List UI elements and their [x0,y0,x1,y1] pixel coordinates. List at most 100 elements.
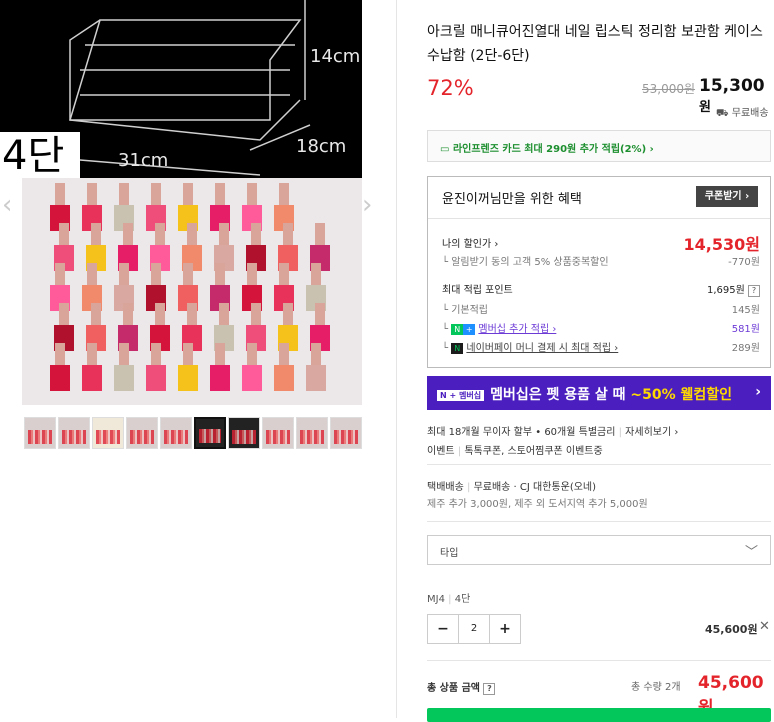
event-info: 이벤트 | 톡톡쿠폰, 스토어찜쿠폰 이벤트중 [427,442,603,457]
thumbnail[interactable] [296,417,328,449]
bottle-cap [247,343,257,365]
help-icon[interactable]: ? [483,683,496,695]
help-icon[interactable]: ? [748,285,760,297]
bottle-cap [311,263,321,285]
section-divider [427,521,771,522]
bottle-cap [183,183,193,205]
total-label: 총 상품 금액 [427,683,480,694]
npay-points-row[interactable]: └ N 네이버페이 머니 결제 시 최대 적립 › 289원 [442,339,760,354]
width-dim: 31cm [118,150,169,171]
separator: | [618,427,622,438]
card-promo-box[interactable]: ▭ 라인프렌즈 카드 최대 290원 추가 적립(2%) › [427,130,771,162]
my-discount-note: 알림받기 동의 고객 5% 상품중복할인 [451,257,609,268]
thumbnail-image [62,430,86,444]
delivery-type: 택배배송 [427,482,464,493]
option-select[interactable]: 타입 ﹀ [427,535,771,565]
selected-option-value: 4단 [454,594,471,605]
bottle-cap [183,263,193,285]
points-value-wrap: 1,695원 ? [707,281,760,297]
thumbnail[interactable] [126,417,158,449]
banner-text: 멤버십은 펫 용품 살 때 [490,387,631,403]
card-promo-text: 라인프렌즈 카드 최대 290원 추가 적립(2%) › [452,144,654,155]
chevron-right-icon: › [755,384,761,400]
close-icon[interactable]: ✕ [759,619,770,634]
coupon-button[interactable]: 쿠폰받기 › [696,186,758,207]
bottle-cap [119,343,129,365]
corner-icon: └ [442,343,452,354]
my-discount-value: 14,530원 [683,235,760,254]
bottle-cap [151,183,161,205]
bottle-cap [215,263,225,285]
banner-highlight: ~50% 웰컴할인 [630,387,732,403]
npay-points-value: 289원 [731,343,760,354]
bottle-cap [187,223,197,245]
thumbnail-image [266,430,290,444]
thumbnail[interactable] [228,417,260,449]
my-discount-row[interactable]: 나의 할인가 › 14,530원 [442,235,760,254]
minus-button[interactable]: − [428,615,458,643]
event-text: 톡톡쿠폰, 스토어찜쿠폰 이벤트중 [464,446,603,457]
bottle-body [274,365,294,391]
thumbnail[interactable] [160,417,192,449]
card-icon: ▭ [440,144,450,155]
thumbnail[interactable] [24,417,56,449]
thumbnail[interactable] [194,417,226,449]
thumbnail-image [28,430,52,444]
bottle-cap [87,343,97,365]
bottle-cap [247,263,257,285]
bottle-body [242,365,262,391]
quantity-stepper[interactable]: − 2 + [427,614,521,644]
bottle-cap [311,343,321,365]
thumbnail[interactable] [262,417,294,449]
thumbnail[interactable] [92,417,124,449]
bottle-cap [59,303,69,325]
gallery-prev-arrow[interactable]: ‹ [2,190,12,220]
bottle-cap [187,303,197,325]
bottle-cap [251,303,261,325]
plus-button[interactable]: + [490,615,520,643]
benefit-header: 윤진이꺼님만을 위한 혜택 [442,192,582,207]
membership-points-label: 멤버십 추가 적립 › [478,324,557,335]
bottle-body [178,365,198,391]
gallery-next-arrow[interactable]: › [362,190,372,220]
height-dim: 14cm [310,46,361,67]
bottle-cap [151,343,161,365]
option-placeholder: 타입 [440,548,459,559]
bottle-body [114,365,134,391]
shipping-label: 무료배송 [731,108,769,119]
sale-price-value: 15,300 [699,76,765,96]
points-label: 최대 적립 포인트 [442,285,513,296]
bottle-cap [219,223,229,245]
quantity-value[interactable]: 2 [458,615,490,643]
bottle-cap [247,183,257,205]
bottle-body [50,365,70,391]
product-title: 아크릴 매니큐어진열대 네일 립스틱 정리함 보관함 케이스 수납함 (2단-6… [427,24,763,64]
discount-rate: 72% [427,76,474,100]
corner-icon: └ [442,305,452,316]
thumbnail[interactable] [58,417,90,449]
original-price: 53,000원 [642,82,696,96]
installment-link[interactable]: 자세히보기 › [625,427,678,438]
thumbnail-image [232,430,256,444]
npay-icon: N [451,342,464,354]
bottle-cap [279,183,289,205]
thumbnail-strip [24,417,362,449]
product-main-image [22,178,362,405]
thumbnail[interactable] [330,417,362,449]
bottle-body [306,365,326,391]
bottle-cap [315,223,325,245]
separator: | [457,446,462,457]
total-count: 총 수량 2개 [631,682,681,693]
membership-banner[interactable]: N + 멤버십 멤버십은 펫 용품 살 때 ~50% 웰컴할인 › [427,376,771,410]
buy-button[interactable] [427,708,771,722]
membership-points-row[interactable]: └ N + 멤버십 추가 적립 › 581원 [442,320,760,335]
bottle-cap [119,183,129,205]
selected-option-name: MJ4 [427,594,445,605]
my-discount-note-value: -770원 [728,257,760,268]
bottle-cap [119,263,129,285]
points-row: 최대 적립 포인트 1,695원 ? [442,281,760,297]
shipping-info: ⛟ 무료배송 [716,104,769,121]
total-label-wrap: 총 상품 금액 ? [427,679,496,695]
product-gallery: 14cm 31cm 18cm 4단 ‹ › [0,0,396,718]
separator: | [448,594,452,605]
